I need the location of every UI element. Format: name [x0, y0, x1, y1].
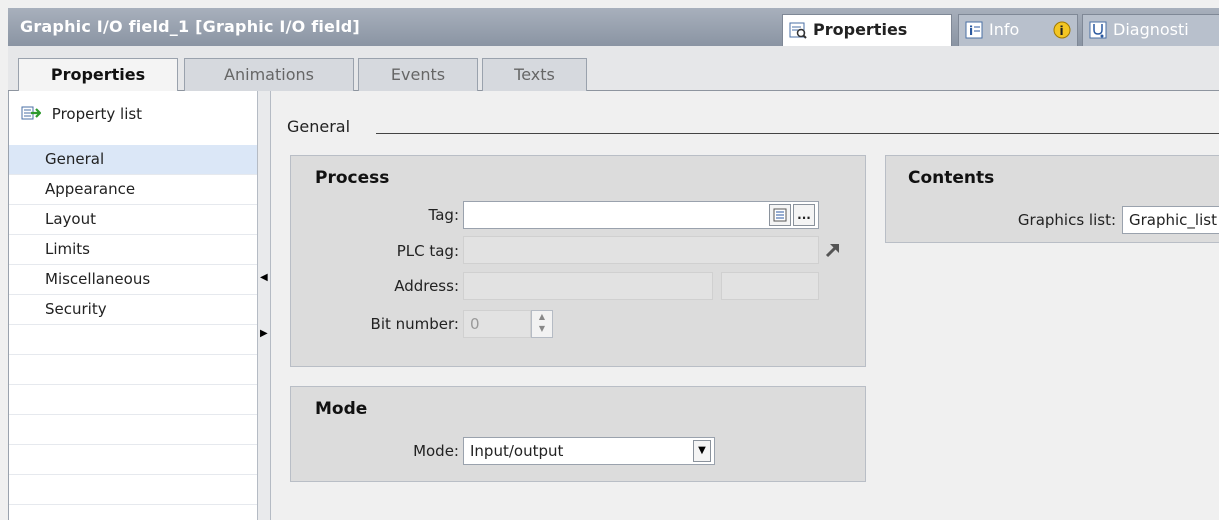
property-list-header[interactable]: Property list	[21, 105, 142, 123]
properties-icon	[789, 22, 807, 39]
sidebar-empty-row	[9, 385, 258, 415]
address-field-secondary	[721, 272, 819, 300]
sidebar-item-layout[interactable]: Layout	[9, 205, 258, 235]
properties-content: General Process Tag: ... PLC tag: Addres…	[271, 91, 1219, 520]
sidebar-item-label: Security	[45, 300, 107, 318]
property-tab-strip: Properties Animations Events Texts	[8, 46, 1219, 92]
tab-texts-label: Texts	[514, 65, 555, 84]
sidebar-empty-row	[9, 445, 258, 475]
spin-down-icon: ▼	[538, 324, 546, 333]
sidebar-empty-row	[9, 325, 258, 355]
process-group-title: Process	[315, 168, 390, 188]
section-title: General	[287, 117, 351, 136]
tab-info-panel[interactable]: i Info i	[958, 14, 1078, 46]
tab-diagnostics-panel-label: Diagnosti	[1113, 20, 1189, 39]
plc-tag-label: PLC tag:	[396, 242, 459, 260]
sidebar-item-label: Layout	[45, 210, 96, 228]
warning-info-icon: i	[1053, 21, 1071, 39]
sidebar-item-limits[interactable]: Limits	[9, 235, 258, 265]
spin-up-icon: ▲	[538, 312, 546, 321]
tag-list-button[interactable]	[769, 204, 791, 226]
sidebar-item-label: Limits	[45, 240, 90, 258]
chevron-down-icon[interactable]: ▼	[693, 440, 711, 462]
tab-properties-panel-label: Properties	[813, 20, 908, 39]
bit-number-label: Bit number:	[370, 315, 459, 333]
property-list-panel: Property list General Appearance Layout …	[8, 91, 258, 520]
tag-label: Tag:	[428, 206, 459, 224]
info-list-icon: i	[965, 21, 983, 39]
sidebar-item-miscellaneous[interactable]: Miscellaneous	[9, 265, 258, 295]
mode-label: Mode:	[413, 442, 459, 460]
address-field	[463, 272, 713, 300]
sidebar-item-general[interactable]: General	[9, 145, 258, 175]
process-group: Process Tag: ... PLC tag: Address: Bit n…	[290, 155, 866, 367]
panel-splitter[interactable]: ◀ ▶	[257, 91, 271, 520]
graphics-list-label: Graphics list:	[1017, 211, 1116, 229]
sidebar-item-appearance[interactable]: Appearance	[9, 175, 258, 205]
mode-value: Input/output	[470, 442, 564, 460]
tab-texts[interactable]: Texts	[482, 58, 587, 91]
tab-events-label: Events	[390, 65, 446, 84]
address-label: Address:	[394, 277, 459, 295]
tab-animations[interactable]: Animations	[184, 58, 354, 91]
properties-inspector-window: { "window": { "title": "Graphic I/O fiel…	[0, 0, 1219, 520]
svg-text:i: i	[969, 24, 973, 38]
title-bar: Graphic I/O field_1 [Graphic I/O field] …	[8, 8, 1219, 46]
bit-number-field: 0	[463, 310, 531, 338]
tab-diagnostics-panel[interactable]: Diagnosti	[1082, 14, 1219, 46]
mode-dropdown[interactable]: Input/output	[463, 437, 715, 465]
expand-right-icon[interactable]: ▶	[260, 323, 268, 345]
collapse-left-icon[interactable]: ◀	[260, 267, 268, 289]
tag-input[interactable]	[463, 201, 819, 229]
tag-browse-button[interactable]: ...	[793, 204, 815, 226]
window-title: Graphic I/O field_1 [Graphic I/O field]	[20, 17, 360, 36]
list-icon	[773, 208, 787, 222]
tab-properties[interactable]: Properties	[18, 58, 178, 92]
contents-group: Contents Graphics list: Graphic_list	[885, 155, 1219, 243]
contents-group-title: Contents	[908, 168, 995, 188]
mode-group-title: Mode	[315, 399, 368, 419]
property-list-icon	[21, 106, 41, 120]
bit-number-spinner: ▲ ▼	[531, 310, 553, 338]
sidebar-item-label: Miscellaneous	[45, 270, 151, 288]
sidebar-empty-row	[9, 415, 258, 445]
tab-properties-panel[interactable]: Properties	[782, 14, 952, 46]
tab-info-panel-label: Info	[989, 20, 1020, 39]
sidebar-item-security[interactable]: Security	[9, 295, 258, 325]
graphics-list-value: Graphic_list	[1129, 211, 1217, 229]
sidebar-item-label: General	[45, 150, 105, 168]
tab-animations-label: Animations	[224, 65, 314, 84]
sidebar-empty-row	[9, 475, 258, 505]
section-divider	[376, 133, 1219, 134]
tab-events[interactable]: Events	[358, 58, 478, 91]
property-list-label: Property list	[51, 105, 143, 123]
tab-properties-label: Properties	[50, 65, 146, 84]
graphics-list-input[interactable]: Graphic_list	[1122, 206, 1219, 234]
plc-tag-field	[463, 236, 819, 264]
sidebar-item-label: Appearance	[45, 180, 136, 198]
svg-text:i: i	[1060, 24, 1064, 38]
diagnostics-icon	[1089, 21, 1107, 39]
navigate-arrow-icon[interactable]	[823, 240, 843, 260]
sidebar-empty-row	[9, 355, 258, 385]
mode-group: Mode Mode: Input/output ▼	[290, 386, 866, 482]
